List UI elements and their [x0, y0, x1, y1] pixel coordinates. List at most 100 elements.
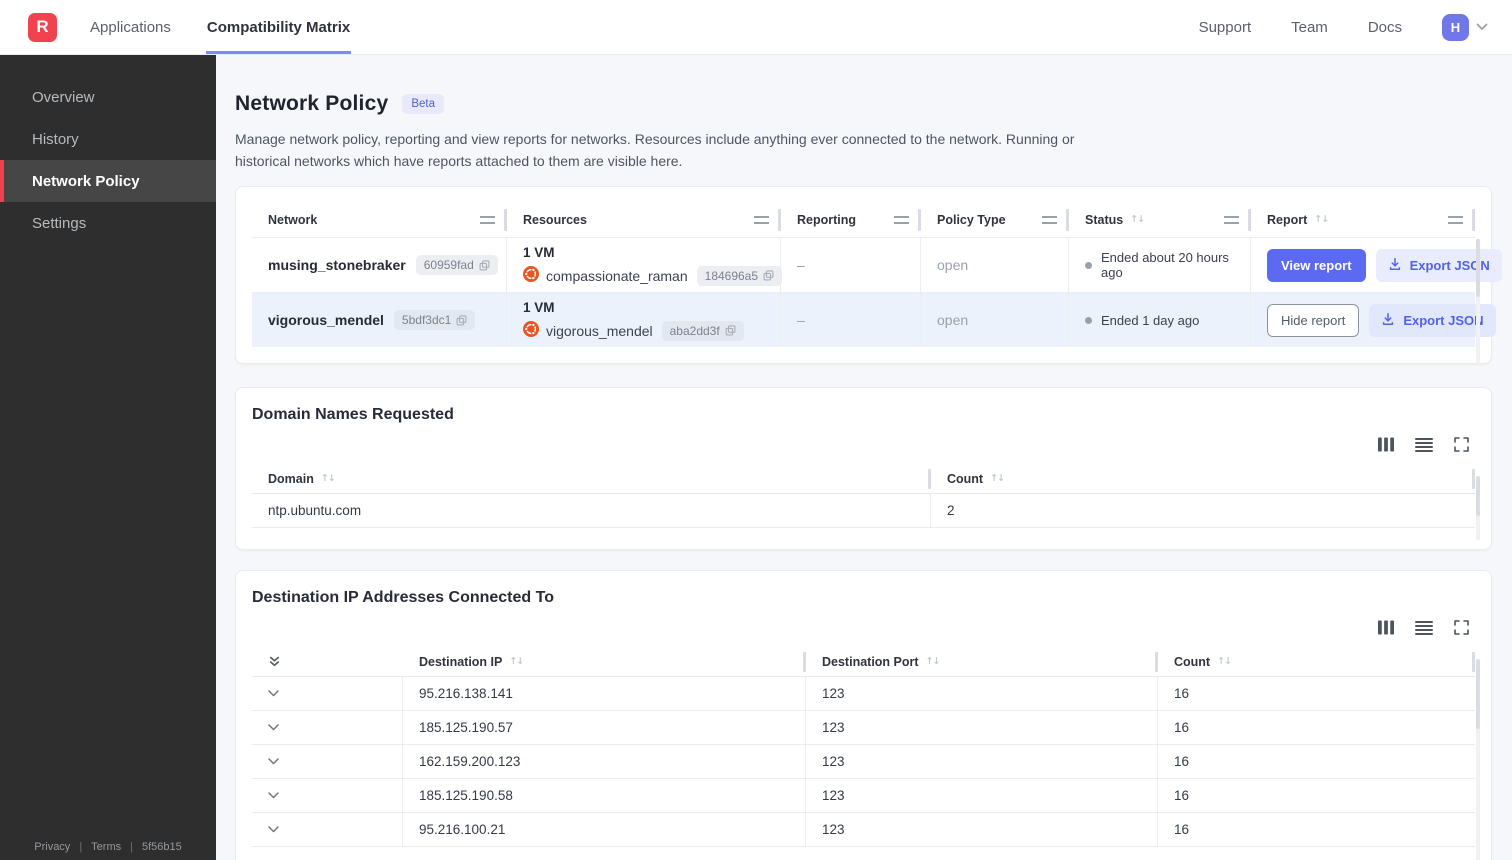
- expander-cell: [252, 677, 403, 710]
- count-cell: 16: [1174, 686, 1190, 701]
- privacy-link[interactable]: Privacy: [34, 841, 70, 853]
- table-scrollbar: [1476, 239, 1480, 364]
- column-header-reporting: Reporting: [781, 202, 921, 237]
- column-drag-handle-icon[interactable]: [894, 215, 909, 224]
- destination-ip-cell: 162.159.200.123: [403, 745, 806, 778]
- count-cell: 16: [1174, 822, 1190, 837]
- sort-icon[interactable]: ↑↓: [321, 473, 336, 484]
- column-drag-handle-icon[interactable]: [754, 215, 769, 224]
- sort-icon[interactable]: ↑↓: [509, 656, 524, 667]
- rows-density-icon[interactable]: [1415, 437, 1433, 452]
- network-cell: musing_stonebraker 60959fad: [252, 238, 507, 292]
- rows-density-icon[interactable]: [1415, 620, 1433, 635]
- user-avatar[interactable]: H: [1442, 13, 1469, 41]
- sidebar: Overview History Network Policy Settings…: [0, 55, 216, 860]
- table-scrollbar: [1476, 476, 1480, 540]
- main-content: Network Policy Beta Manage network polic…: [216, 55, 1512, 860]
- top-navbar: R Applications Compatibility Matrix Supp…: [0, 0, 1512, 55]
- nav-link-team[interactable]: Team: [1291, 19, 1328, 36]
- sort-icon[interactable]: ↑↓: [1217, 656, 1232, 667]
- copy-icon[interactable]: [479, 259, 490, 271]
- chevron-down-icon[interactable]: [268, 758, 279, 765]
- column-header-destination-port[interactable]: Destination Port ↑↓: [806, 647, 1158, 676]
- vm-count: 1 VM: [523, 299, 555, 315]
- column-header-domain[interactable]: Domain ↑↓: [252, 464, 931, 493]
- destination-port-cell: 123: [806, 813, 1158, 846]
- column-header-destination-ip[interactable]: Destination IP ↑↓: [403, 647, 806, 676]
- column-drag-handle-icon[interactable]: [1042, 215, 1057, 224]
- chevron-down-icon[interactable]: [268, 690, 279, 697]
- sort-icon[interactable]: ↑↓: [1314, 214, 1329, 225]
- terms-link[interactable]: Terms: [91, 841, 121, 853]
- hide-report-button[interactable]: Hide report: [1267, 303, 1360, 337]
- columns-icon[interactable]: [1378, 620, 1394, 635]
- domain-cell: ntp.ubuntu.com: [252, 494, 931, 527]
- sidebar-item-overview[interactable]: Overview: [0, 76, 216, 118]
- policy-type-cell: open: [921, 293, 1069, 347]
- sidebar-item-history[interactable]: History: [0, 118, 216, 160]
- column-header-status[interactable]: Status ↑↓: [1069, 202, 1251, 237]
- networks-table-header: Network Resources Reporting Policy Type …: [252, 202, 1475, 237]
- chevron-down-icon[interactable]: [268, 792, 279, 799]
- sidebar-item-settings[interactable]: Settings: [0, 202, 216, 244]
- table-scrollbar: [1476, 659, 1480, 860]
- destination-port-cell: 123: [806, 745, 1158, 778]
- expander-cell: [252, 711, 403, 744]
- chevron-down-icon[interactable]: [268, 724, 279, 731]
- column-drag-handle-icon[interactable]: [480, 215, 495, 224]
- columns-icon[interactable]: [1378, 437, 1394, 452]
- network-cell: vigorous_mendel 5bdf3dc1: [252, 293, 507, 347]
- sidebar-item-network-policy[interactable]: Network Policy: [0, 160, 216, 202]
- sort-icon[interactable]: ↑↓: [926, 656, 941, 667]
- resource-id-badge: aba2dd3f: [661, 320, 744, 341]
- chevron-down-icon[interactable]: [268, 826, 279, 833]
- sort-icon[interactable]: ↑↓: [1130, 214, 1145, 225]
- column-header-policy-type: Policy Type: [921, 202, 1069, 237]
- column-header-resources: Resources: [507, 202, 781, 237]
- expander-cell: [252, 779, 403, 812]
- nav-link-docs[interactable]: Docs: [1368, 19, 1402, 36]
- column-drag-handle-icon[interactable]: [1224, 215, 1239, 224]
- destination-row: 185.125.190.58 123 16: [252, 779, 1475, 813]
- domains-card: Domain Names Requested Domain ↑↓ Count ↑…: [235, 387, 1492, 550]
- resources-cell: 1 VM compassionate_raman 184696a5: [507, 238, 783, 292]
- nav-tab-applications[interactable]: Applications: [89, 0, 172, 54]
- fullscreen-icon[interactable]: [1454, 437, 1469, 452]
- sidebar-footer: Privacy | Terms | 5f56b15: [0, 841, 216, 853]
- build-id: 5f56b15: [141, 841, 182, 853]
- expand-all-icon[interactable]: [268, 655, 281, 668]
- destination-port-cell: 123: [806, 677, 1158, 710]
- domains-table-header: Domain ↑↓ Count ↑↓: [252, 464, 1475, 494]
- network-id-badge: 60959fad: [415, 255, 498, 275]
- page-title: Network Policy: [235, 92, 389, 115]
- status-text: Ended 1 day ago: [1101, 312, 1200, 328]
- domain-row: ntp.ubuntu.com 2: [252, 494, 1475, 528]
- column-header-count[interactable]: Count ↑↓: [1158, 647, 1475, 676]
- ubuntu-icon: [523, 321, 539, 340]
- column-header-report[interactable]: Report ↑↓: [1251, 202, 1475, 237]
- fullscreen-icon[interactable]: [1454, 620, 1469, 635]
- scrollbar-thumb[interactable]: [1476, 476, 1480, 516]
- copy-icon[interactable]: [456, 314, 467, 326]
- column-drag-handle-icon[interactable]: [1448, 215, 1463, 224]
- scrollbar-thumb[interactable]: [1476, 239, 1480, 297]
- copy-icon[interactable]: [763, 270, 774, 281]
- chevron-down-icon[interactable]: [1476, 23, 1488, 31]
- status-cell: Ended 1 day ago: [1069, 293, 1251, 347]
- destination-row: 162.159.200.123 123 16: [252, 745, 1475, 779]
- networks-card: Network Resources Reporting Policy Type …: [235, 186, 1502, 364]
- scrollbar-thumb[interactable]: [1476, 659, 1480, 729]
- sort-icon[interactable]: ↑↓: [990, 473, 1005, 484]
- column-header-network: Network: [252, 202, 507, 237]
- destination-row: 95.216.138.141 123 16: [252, 677, 1475, 711]
- avatar-letter: H: [1450, 19, 1461, 35]
- network-name: musing_stonebraker: [268, 257, 406, 273]
- view-report-button[interactable]: View report: [1267, 248, 1366, 282]
- export-json-button[interactable]: Export JSON: [1375, 248, 1502, 282]
- app-logo[interactable]: R: [28, 12, 57, 42]
- nav-link-support[interactable]: Support: [1199, 19, 1252, 36]
- column-header-count[interactable]: Count ↑↓: [931, 464, 1475, 493]
- nav-tab-compatibility-matrix[interactable]: Compatibility Matrix: [205, 0, 352, 54]
- copy-icon[interactable]: [725, 325, 736, 336]
- status-dot-icon: [1085, 261, 1092, 269]
